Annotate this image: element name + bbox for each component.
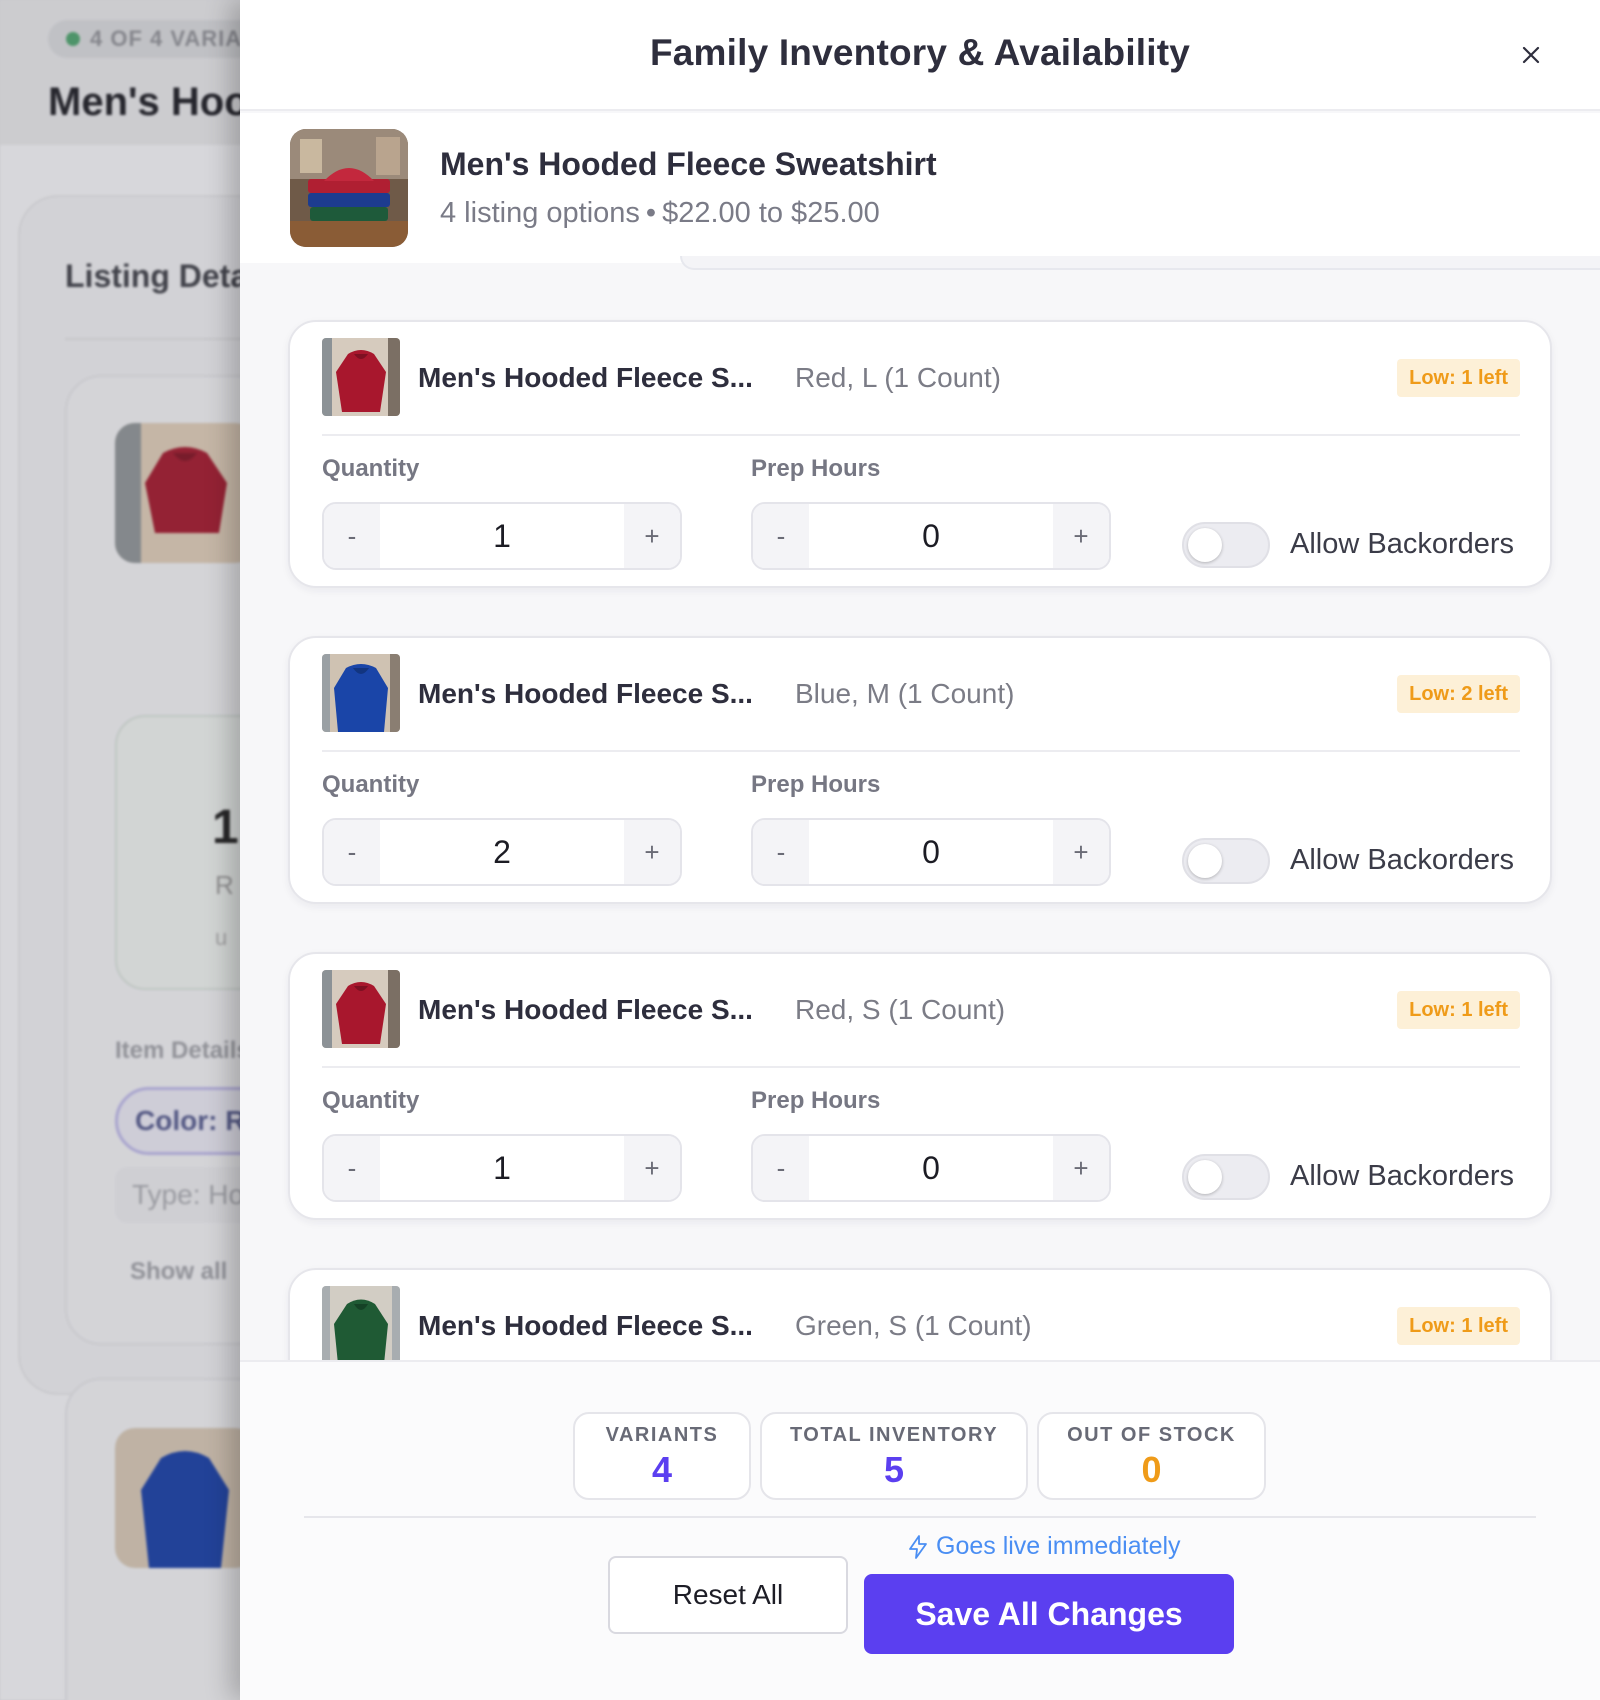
variants-stat: VARIANTS 4: [573, 1412, 751, 1500]
quantity-decrement-button[interactable]: -: [324, 820, 380, 884]
quantity-stepper: - +: [322, 1134, 682, 1202]
allow-backorders-label: Allow Backorders: [1290, 528, 1515, 560]
separator: •: [645, 197, 657, 229]
variant-image: [322, 1286, 400, 1360]
prep-hours-label: Prep Hours: [751, 771, 881, 798]
variant-name: Men's Hooded Fleece S...: [418, 994, 753, 1025]
prep-hours-increment-button[interactable]: +: [1053, 504, 1109, 568]
price-range: $22.00 to $25.00: [662, 197, 880, 229]
quantity-decrement-button[interactable]: -: [324, 1136, 380, 1200]
low-stock-badge: Low: 1 left: [1397, 991, 1520, 1029]
prep-hours-input[interactable]: [809, 504, 1053, 568]
product-image: [290, 129, 408, 247]
variant-name: Men's Hooded Fleece S...: [418, 362, 753, 393]
out-of-stock-stat-value: 0: [1141, 1449, 1162, 1490]
prep-hours-increment-button[interactable]: +: [1053, 820, 1109, 884]
low-stock-badge: Low: 1 left: [1397, 1307, 1520, 1345]
toggle-knob: [1188, 528, 1222, 562]
prep-hours-decrement-button[interactable]: -: [753, 1136, 809, 1200]
product-subtitle: 4 listing options • $22.00 to $25.00: [440, 197, 880, 230]
total-inventory-stat: TOTAL INVENTORY 5: [760, 1412, 1028, 1500]
variant-options: Red, L (1 Count): [795, 362, 1001, 393]
lightning-icon: [909, 1534, 927, 1559]
prep-hours-input[interactable]: [809, 820, 1053, 884]
variant-card: Men's Hooded Fleece S... Red, S (1 Count…: [288, 952, 1552, 1220]
prep-hours-label: Prep Hours: [751, 455, 881, 482]
quantity-increment-button[interactable]: +: [624, 1136, 680, 1200]
footer-divider: [304, 1516, 1536, 1518]
close-icon: [1522, 46, 1540, 64]
quantity-input[interactable]: [380, 820, 624, 884]
allow-backorders-toggle[interactable]: [1182, 522, 1270, 568]
modal-header: Family Inventory & Availability: [240, 0, 1600, 111]
low-stock-badge: Low: 2 left: [1397, 675, 1520, 713]
prep-hours-stepper: - +: [751, 502, 1111, 570]
close-button[interactable]: [1512, 36, 1550, 74]
toggle-knob: [1188, 1160, 1222, 1194]
variant-image: [322, 970, 400, 1048]
toggle-knob: [1188, 844, 1222, 878]
allow-backorders-toggle[interactable]: [1182, 1154, 1270, 1200]
variant-list[interactable]: Men's Hooded Fleece S... Red, L (1 Count…: [240, 263, 1600, 1360]
variant-card: Men's Hooded Fleece S... Green, S (1 Cou…: [288, 1268, 1552, 1360]
prep-hours-input[interactable]: [809, 1136, 1053, 1200]
variant-name: Men's Hooded Fleece S...: [418, 1310, 753, 1341]
variants-stat-value: 4: [651, 1449, 673, 1490]
live-note: Goes live immediately: [908, 1532, 1181, 1561]
out-of-stock-stat: OUT OF STOCK 0: [1037, 1412, 1266, 1500]
variant-name: Men's Hooded Fleece S...: [418, 678, 753, 709]
low-stock-badge: Low: 1 left: [1397, 359, 1520, 397]
variant-card: Men's Hooded Fleece S... Red, L (1 Count…: [288, 320, 1552, 588]
quantity-increment-button[interactable]: +: [624, 504, 680, 568]
total-inventory-stat-value: 5: [883, 1449, 905, 1490]
product-name: Men's Hooded Fleece Sweatshirt: [440, 146, 937, 182]
variant-options: Red, S (1 Count): [795, 994, 1006, 1025]
divider: [322, 750, 1520, 752]
divider: [322, 434, 1520, 436]
quantity-label: Quantity: [322, 1087, 420, 1114]
quantity-input[interactable]: [380, 504, 624, 568]
out-of-stock-stat-label: OUT OF STOCK: [1067, 1424, 1236, 1446]
prep-hours-stepper: - +: [751, 818, 1111, 886]
product-summary: Men's Hooded Fleece Sweatshirt 4 listing…: [240, 113, 1600, 263]
quantity-stepper: - +: [322, 502, 682, 570]
variant-card: Men's Hooded Fleece S... Blue, M (1 Coun…: [288, 636, 1552, 904]
quantity-stepper: - +: [322, 818, 682, 886]
quantity-input[interactable]: [380, 1136, 624, 1200]
prep-hours-increment-button[interactable]: +: [1053, 1136, 1109, 1200]
variant-options: Green, S (1 Count): [795, 1310, 1032, 1341]
divider: [322, 1066, 1520, 1068]
allow-backorders-toggle[interactable]: [1182, 838, 1270, 884]
save-all-changes-button[interactable]: Save All Changes: [864, 1574, 1234, 1654]
prep-hours-decrement-button[interactable]: -: [753, 820, 809, 884]
inventory-modal: Family Inventory & Availability Men's Ho…: [240, 0, 1600, 1700]
variant-options: Blue, M (1 Count): [795, 678, 1015, 709]
allow-backorders-label: Allow Backorders: [1290, 844, 1515, 876]
quantity-decrement-button[interactable]: -: [324, 504, 380, 568]
quantity-label: Quantity: [322, 455, 420, 482]
variant-image: [322, 654, 400, 732]
quantity-increment-button[interactable]: +: [624, 820, 680, 884]
variant-image: [322, 338, 400, 416]
variants-stat-label: VARIANTS: [605, 1424, 719, 1446]
allow-backorders-label: Allow Backorders: [1290, 1160, 1515, 1192]
prep-hours-decrement-button[interactable]: -: [753, 504, 809, 568]
listing-options-count: 4 listing options: [440, 197, 640, 229]
total-inventory-stat-label: TOTAL INVENTORY: [789, 1424, 999, 1446]
prep-hours-label: Prep Hours: [751, 1087, 881, 1114]
modal-title: Family Inventory & Availability: [649, 32, 1191, 73]
prep-hours-stepper: - +: [751, 1134, 1111, 1202]
modal-footer: VARIANTS 4 TOTAL INVENTORY 5 OUT OF STOC…: [240, 1360, 1600, 1700]
live-note-text: Goes live immediately: [936, 1532, 1181, 1560]
reset-all-button[interactable]: Reset All: [608, 1556, 848, 1634]
quantity-label: Quantity: [322, 771, 420, 798]
